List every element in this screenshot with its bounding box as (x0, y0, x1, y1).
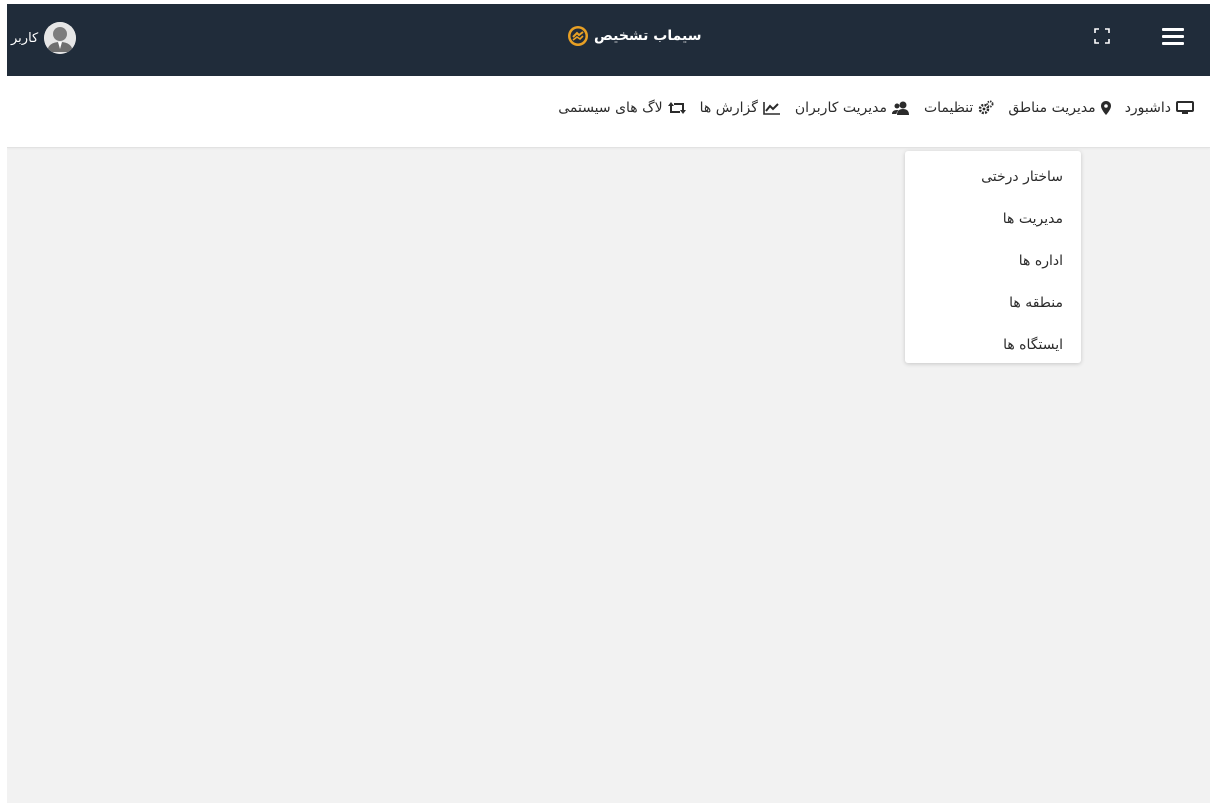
user-label: کاربر (11, 30, 39, 46)
nav-dashboard[interactable]: داشبورد (1125, 100, 1194, 116)
nav-label: مدیریت مناطق (1008, 100, 1096, 116)
gears-icon (979, 100, 994, 115)
logo-icon (568, 26, 588, 46)
top-bar: سیماب تشخیص کاربر (7, 4, 1210, 76)
monitor-icon (1176, 101, 1194, 114)
nav-label: داشبورد (1124, 100, 1171, 116)
chart-line-icon (763, 102, 780, 115)
brand[interactable]: سیماب تشخیص (567, 24, 701, 48)
fullscreen-icon[interactable] (1094, 28, 1110, 44)
nav-user-management[interactable]: مدیریت کاربران (795, 100, 910, 116)
nav-label: لاگ های سیستمی (558, 100, 663, 116)
brand-name: سیماب تشخیص (594, 28, 702, 44)
nav-label: گزارش ها (699, 100, 758, 116)
nav-reports[interactable]: گزارش ها (700, 100, 781, 116)
app-frame: سیماب تشخیص کاربر داشبورد مدیریت مناطق ت… (7, 4, 1210, 803)
nav-label: مدیریت کاربران (794, 100, 887, 116)
user-menu[interactable]: کاربر (11, 22, 77, 54)
map-marker-icon (1100, 101, 1111, 115)
users-icon (891, 101, 909, 115)
nav-settings[interactable]: تنظیمات (924, 100, 994, 116)
retweet-icon (667, 102, 686, 114)
user-silhouette-icon (44, 22, 77, 54)
nav-zone-management[interactable]: مدیریت مناطق (1008, 100, 1111, 116)
main-content (7, 148, 1210, 803)
main-nav: داشبورد مدیریت مناطق تنظیمات مدیریت کارب… (7, 76, 1210, 148)
nav-label: تنظیمات (923, 100, 974, 116)
avatar[interactable] (44, 22, 77, 54)
nav-system-logs[interactable]: لاگ های سیستمی (558, 100, 686, 116)
menu-icon[interactable] (1162, 28, 1184, 46)
